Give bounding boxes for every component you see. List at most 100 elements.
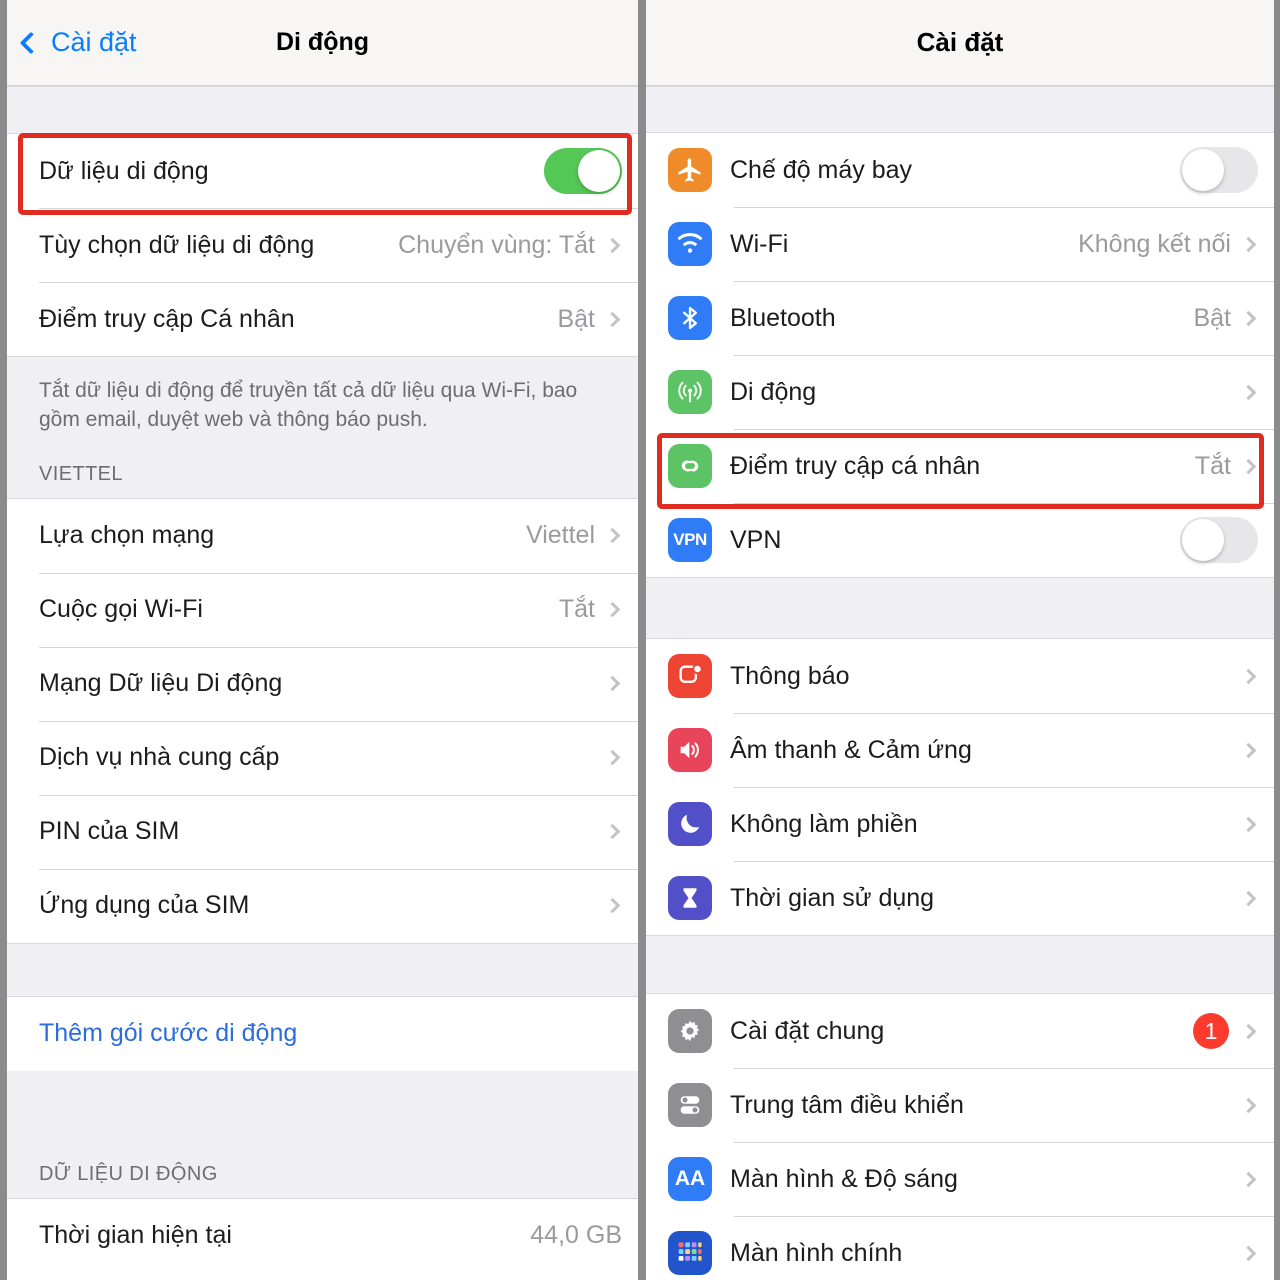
chevron-right-icon bbox=[1240, 1097, 1257, 1113]
row-network-selection[interactable]: Lựa chọn mạng Viettel bbox=[7, 498, 638, 573]
row-label: Không làm phiền bbox=[730, 809, 918, 838]
gear-icon bbox=[668, 1009, 712, 1053]
row-value: Tắt bbox=[558, 595, 595, 624]
row-bluetooth[interactable]: Bluetooth Bật bbox=[646, 281, 1274, 355]
chevron-right-icon bbox=[1240, 890, 1257, 906]
row-airplane-mode[interactable]: Chế độ máy bay bbox=[646, 133, 1274, 207]
row-value: Bật bbox=[557, 304, 595, 333]
left-group-add-plan: Thêm gói cước di động bbox=[7, 996, 638, 1071]
chevron-right-icon bbox=[1240, 1023, 1257, 1039]
cellular-data-note: Tắt dữ liệu di động để truyền tất cả dữ … bbox=[7, 356, 638, 435]
row-cellular-data[interactable]: Dữ liệu di động bbox=[7, 134, 638, 208]
row-do-not-disturb[interactable]: Không làm phiền bbox=[646, 787, 1274, 861]
row-value: 44,0 GB bbox=[530, 1221, 622, 1250]
row-label: Dịch vụ nhà cung cấp bbox=[39, 743, 280, 772]
right-page-title: Cài đặt bbox=[916, 27, 1004, 57]
chevron-right-icon bbox=[1240, 458, 1257, 474]
row-label: PIN của SIM bbox=[39, 817, 180, 846]
cellular-data-toggle[interactable] bbox=[544, 148, 622, 194]
row-label: Màn hình & Độ sáng bbox=[730, 1164, 958, 1193]
right-spacer-1 bbox=[646, 577, 1274, 639]
panel-divider bbox=[638, 0, 646, 1280]
chevron-right-icon bbox=[604, 602, 621, 618]
chevron-right-icon bbox=[604, 898, 621, 914]
display-aa-icon: AA bbox=[668, 1157, 712, 1201]
row-personal-hotspot[interactable]: Điểm truy cập cá nhân Tắt bbox=[646, 429, 1274, 503]
control-center-icon bbox=[668, 1083, 712, 1127]
row-home-screen[interactable]: Màn hình chính bbox=[646, 1216, 1274, 1280]
row-wifi[interactable]: Wi-Fi Không kết nối bbox=[646, 207, 1274, 281]
chevron-right-icon bbox=[604, 824, 621, 840]
row-label: Màn hình chính bbox=[730, 1238, 903, 1267]
wifi-icon bbox=[668, 222, 712, 266]
row-label: Điểm truy cập Cá nhân bbox=[39, 304, 295, 333]
right-top-spacer bbox=[646, 86, 1274, 133]
chevron-right-icon bbox=[1240, 236, 1257, 252]
back-button-label: Cài đặt bbox=[51, 27, 137, 57]
right-group-notifications: Thông báo Âm thanh & Cảm ứng Không làm p… bbox=[646, 639, 1274, 935]
row-notifications[interactable]: Thông báo bbox=[646, 639, 1274, 713]
row-sounds-haptics[interactable]: Âm thanh & Cảm ứng bbox=[646, 713, 1274, 787]
cellular-data-section-header: DỮ LIỆU DI ĐỘNG bbox=[7, 1070, 638, 1199]
row-label: Ứng dụng của SIM bbox=[39, 891, 250, 920]
carrier-section-header: VIETTEL bbox=[7, 434, 638, 499]
hourglass-icon bbox=[668, 876, 712, 920]
back-button[interactable]: Cài đặt bbox=[7, 27, 137, 58]
toggle-knob bbox=[1182, 519, 1224, 561]
chevron-right-icon bbox=[604, 676, 621, 692]
row-sim-pin[interactable]: PIN của SIM bbox=[7, 794, 638, 869]
right-nav-bar: Cài đặt bbox=[646, 0, 1274, 86]
row-cellular-data-options[interactable]: Tùy chọn dữ liệu di động Chuyển vùng: Tắ… bbox=[7, 208, 638, 282]
airplane-mode-toggle[interactable] bbox=[1180, 147, 1258, 193]
row-label: Âm thanh & Cảm ứng bbox=[730, 735, 972, 764]
row-label: Thời gian sử dụng bbox=[730, 883, 935, 912]
row-add-cellular-plan[interactable]: Thêm gói cước di động bbox=[7, 996, 638, 1071]
sound-icon bbox=[668, 728, 712, 772]
chevron-right-icon bbox=[1240, 310, 1257, 326]
row-label: Cuộc gọi Wi-Fi bbox=[39, 595, 203, 624]
row-display-brightness[interactable]: AA Màn hình & Độ sáng bbox=[646, 1142, 1274, 1216]
chevron-right-icon bbox=[1240, 668, 1257, 684]
right-spacer-2 bbox=[646, 935, 1274, 994]
toggle-knob bbox=[1182, 149, 1224, 191]
row-value: Bật bbox=[1193, 303, 1231, 332]
row-label: Dữ liệu di động bbox=[39, 156, 209, 185]
dual-screenshot-stage: Cài đặt Di động Dữ liệu di động Tùy chọn… bbox=[0, 0, 1280, 1280]
chevron-right-icon bbox=[604, 311, 621, 327]
row-label: Chế độ máy bay bbox=[730, 155, 913, 184]
row-general[interactable]: Cài đặt chung 1 bbox=[646, 994, 1274, 1068]
row-label: Thêm gói cước di động bbox=[39, 1019, 298, 1048]
row-value: Chuyển vùng: Tắt bbox=[398, 230, 595, 259]
row-cellular-data-network[interactable]: Mạng Dữ liệu Di động bbox=[7, 646, 638, 721]
right-group-connectivity: Chế độ máy bay Wi-Fi Không kết nối Bluet… bbox=[646, 133, 1274, 577]
row-label: Wi-Fi bbox=[730, 229, 789, 258]
row-sim-applications[interactable]: Ứng dụng của SIM bbox=[7, 868, 638, 943]
row-value: Không kết nối bbox=[1078, 229, 1231, 258]
cellular-antenna-icon bbox=[668, 370, 712, 414]
personal-hotspot-icon bbox=[668, 444, 712, 488]
row-vpn[interactable]: VPN VPN bbox=[646, 503, 1274, 577]
row-control-center[interactable]: Trung tâm điều khiển bbox=[646, 1068, 1274, 1142]
row-wifi-calling[interactable]: Cuộc gọi Wi-Fi Tắt bbox=[7, 572, 638, 647]
row-label: Lựa chọn mạng bbox=[39, 521, 215, 550]
row-value: Viettel bbox=[525, 521, 595, 550]
left-group-cellular: Dữ liệu di động Tùy chọn dữ liệu di động… bbox=[7, 134, 638, 356]
row-personal-hotspot[interactable]: Điểm truy cập Cá nhân Bật bbox=[7, 282, 638, 356]
home-screen-icon bbox=[668, 1231, 712, 1275]
chevron-right-icon bbox=[1240, 742, 1257, 758]
row-screen-time[interactable]: Thời gian sử dụng bbox=[646, 861, 1274, 935]
row-label: Thời gian hiện tại bbox=[39, 1221, 232, 1250]
chevron-left-icon bbox=[19, 31, 43, 54]
row-current-period[interactable]: Thời gian hiện tại 44,0 GB bbox=[7, 1198, 638, 1273]
vpn-toggle[interactable] bbox=[1180, 517, 1258, 563]
moon-icon bbox=[668, 802, 712, 846]
row-carrier-services[interactable]: Dịch vụ nhà cung cấp bbox=[7, 720, 638, 795]
left-top-spacer bbox=[7, 86, 638, 134]
chevron-right-icon bbox=[1240, 816, 1257, 832]
right-phone-panel: Cài đặt Chế độ máy bay Wi-Fi Không kết n… bbox=[646, 0, 1274, 1280]
notifications-icon bbox=[668, 654, 712, 698]
row-label: Thông báo bbox=[730, 661, 850, 690]
row-label: Điểm truy cập cá nhân bbox=[730, 451, 981, 480]
row-cellular[interactable]: Di động bbox=[646, 355, 1274, 429]
row-label: Cài đặt chung bbox=[730, 1016, 885, 1045]
